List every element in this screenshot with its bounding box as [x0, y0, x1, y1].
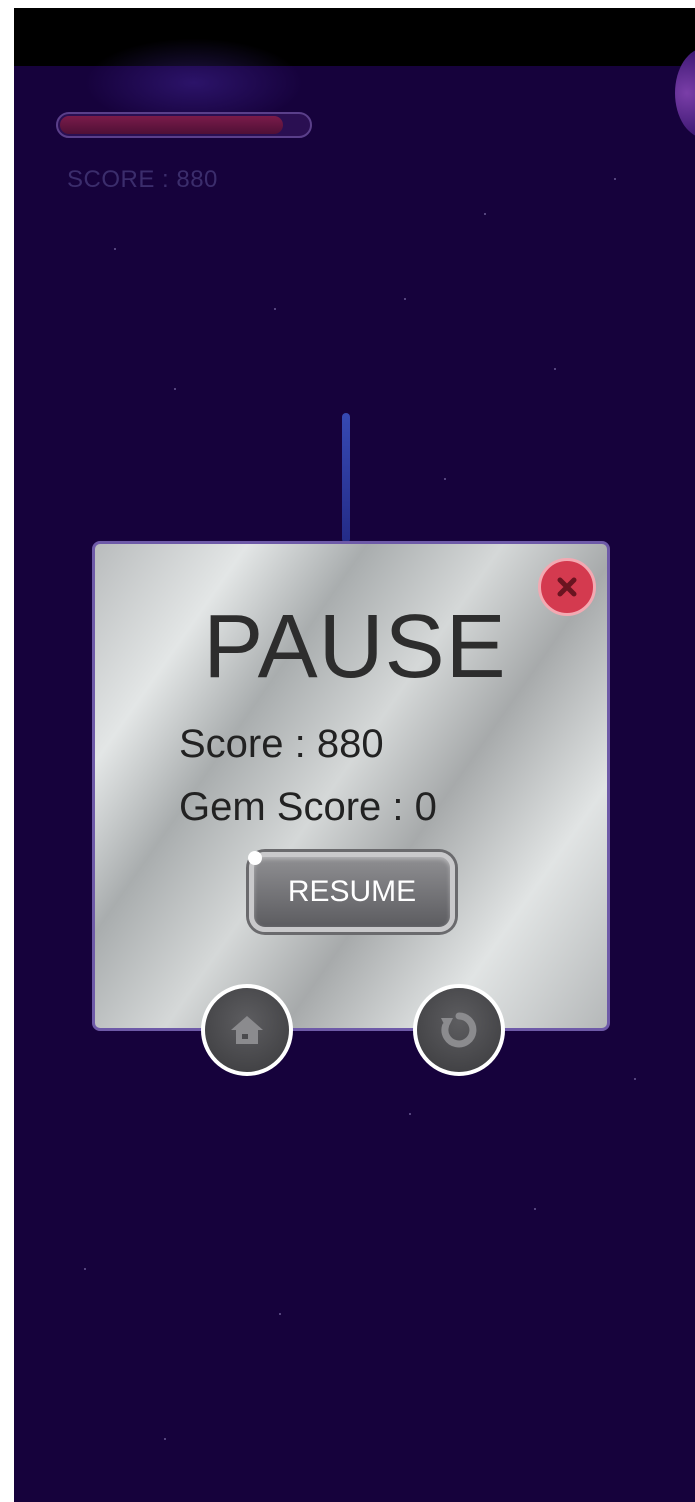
star [174, 388, 176, 390]
score-label: Score : 880 [179, 722, 384, 766]
star [274, 308, 276, 310]
restart-button[interactable] [413, 984, 505, 1076]
star [444, 478, 446, 480]
health-bar [56, 112, 312, 138]
pause-dialog: PAUSE Score : 880 Gem Score : 0 RESUME [92, 541, 610, 1076]
restart-icon [441, 1012, 477, 1048]
close-x-icon [557, 577, 577, 597]
gem-score-label: Gem Score : 0 [179, 785, 437, 829]
star [164, 1438, 166, 1440]
star [484, 213, 486, 215]
star [534, 1208, 536, 1210]
star [84, 1268, 86, 1270]
pause-title: PAUSE [203, 597, 507, 697]
star [554, 368, 556, 370]
health-bar-fill [60, 116, 283, 134]
star [114, 248, 116, 250]
star [614, 178, 616, 180]
resume-button[interactable]: RESUME [248, 851, 455, 932]
home-button[interactable] [201, 984, 293, 1076]
star [634, 1078, 636, 1080]
star [404, 298, 406, 300]
resume-label: RESUME [287, 875, 417, 908]
home-icon [231, 1016, 263, 1044]
star [279, 1313, 281, 1315]
game-screen: SCORE : 880 PAUSE Score : 880 Gem Score … [14, 8, 695, 1502]
hud-score: SCORE : 880 [67, 166, 218, 193]
star [409, 1113, 411, 1115]
player-character [342, 413, 350, 543]
button-highlight [248, 851, 262, 865]
